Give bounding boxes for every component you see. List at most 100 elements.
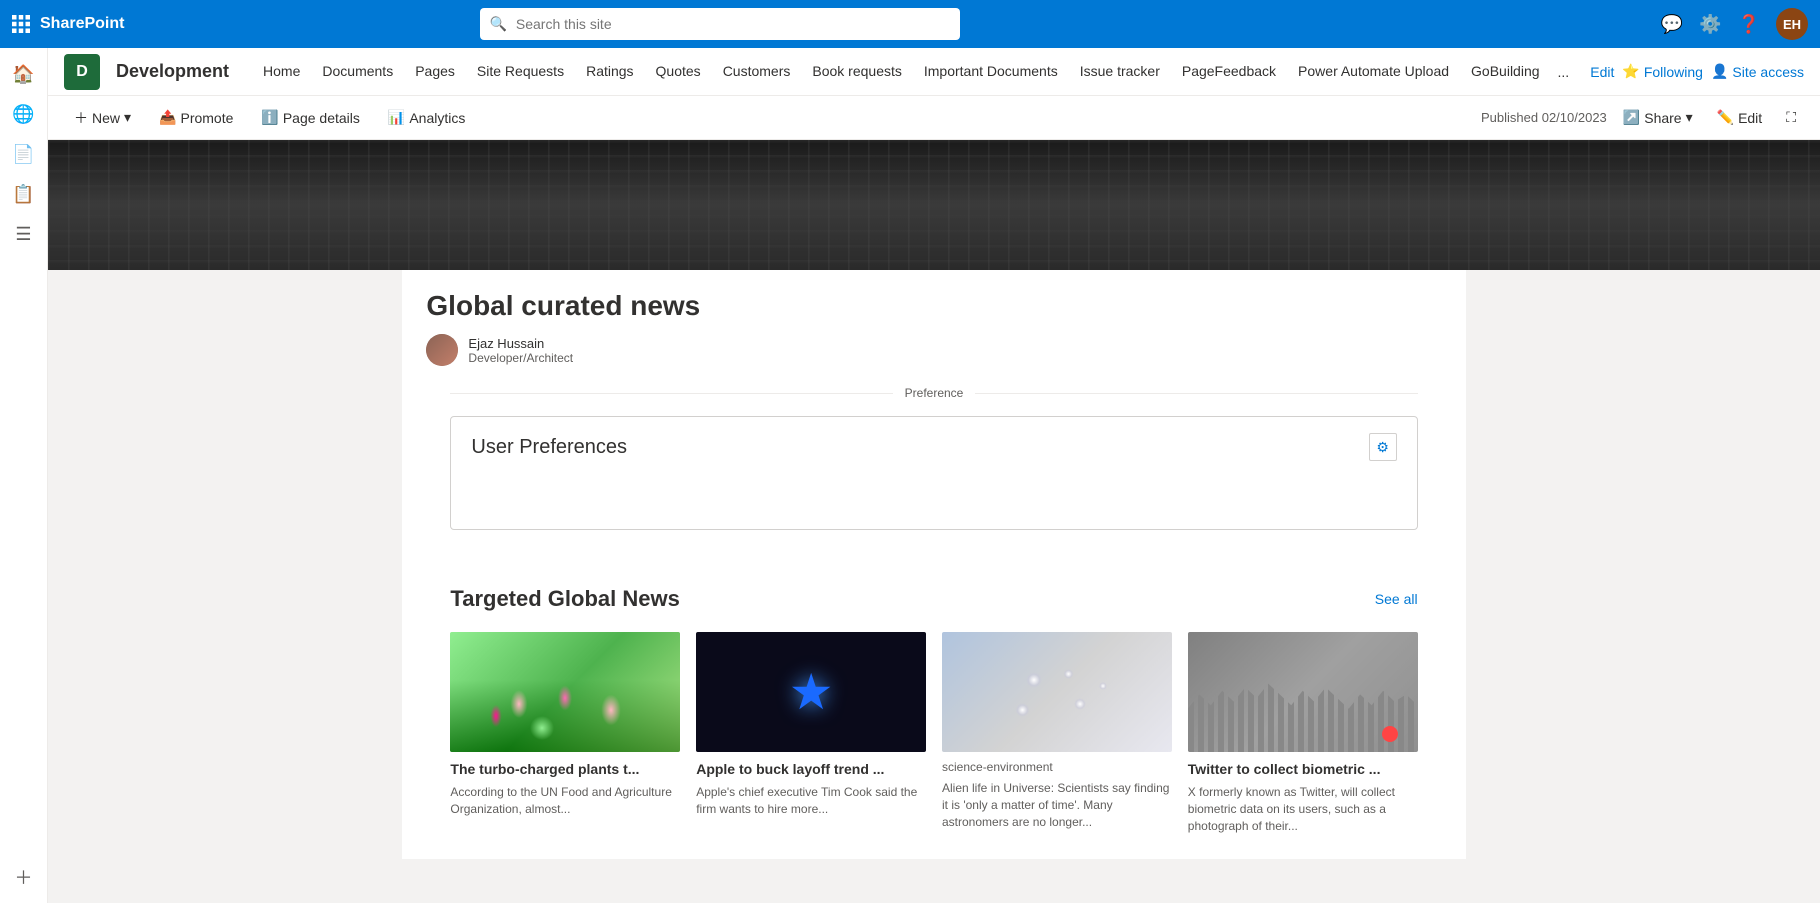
- promote-label: Promote: [180, 110, 233, 126]
- site-header: D Development Home Documents Pages Site …: [48, 48, 1820, 96]
- site-logo: D: [64, 54, 100, 90]
- see-all-link[interactable]: See all: [1375, 591, 1418, 607]
- pages-icon: 📋: [12, 184, 34, 205]
- preference-divider: Preference: [450, 386, 1417, 400]
- site-header-right: Edit ⭐ Following 👤 Site access: [1590, 63, 1804, 80]
- news-card-1[interactable]: The turbo-charged plants t... According …: [450, 632, 680, 835]
- user-prefs-title: User Preferences: [471, 436, 627, 459]
- news-card-headline-1: The turbo-charged plants t...: [450, 760, 680, 778]
- sidebar-item-documents[interactable]: 📄: [6, 136, 42, 172]
- avatar[interactable]: EH: [1776, 8, 1808, 40]
- analytics-icon: 📊: [388, 109, 405, 126]
- page-details-button[interactable]: ℹ️ Page details: [251, 105, 370, 130]
- divider-left: [450, 393, 892, 394]
- author-name: Ejaz Hussain: [468, 336, 573, 351]
- site-name: Development: [116, 61, 229, 82]
- nav-item-customers[interactable]: Customers: [713, 48, 801, 96]
- news-card-image-1: [450, 632, 680, 752]
- author-avatar: [426, 334, 458, 366]
- top-bar-actions: 💬 ⚙️ ❓ EH: [1661, 8, 1808, 40]
- nav-item-important-documents[interactable]: Important Documents: [914, 48, 1068, 96]
- sidebar-item-home[interactable]: 🏠: [6, 56, 42, 92]
- preference-section: Preference User Preferences ⚙: [426, 366, 1441, 550]
- chat-icon[interactable]: 💬: [1661, 14, 1683, 35]
- user-prefs-gear-button[interactable]: ⚙: [1369, 433, 1397, 461]
- news-card-excerpt-1: According to the UN Food and Agriculture…: [450, 784, 680, 818]
- nav-item-home[interactable]: Home: [253, 48, 310, 96]
- top-bar: SharePoint 🔍 💬 ⚙️ ❓ EH: [0, 0, 1820, 48]
- home-icon: 🏠: [12, 64, 34, 85]
- news-card-3[interactable]: science-environment Alien life in Univer…: [942, 632, 1172, 835]
- news-card-category-3: science-environment: [942, 760, 1172, 774]
- nav-item-book-requests[interactable]: Book requests: [802, 48, 912, 96]
- page-content: Global curated news Ejaz Hussain Develop…: [48, 140, 1820, 899]
- sidebar-item-lists[interactable]: ☰: [6, 216, 42, 252]
- left-sidebar: 🏠 🌐 📄 📋 ☰ ＋: [0, 48, 48, 903]
- nav-item-documents[interactable]: Documents: [312, 48, 403, 96]
- share-icon: ↗️: [1623, 109, 1640, 126]
- site-access-button[interactable]: 👤 Site access: [1711, 63, 1804, 80]
- nav-item-quotes[interactable]: Quotes: [646, 48, 711, 96]
- nav-item-issue-tracker[interactable]: Issue tracker: [1070, 48, 1170, 96]
- news-card-image-3: [942, 632, 1172, 752]
- news-card-2[interactable]: Apple to buck layoff trend ... Apple's c…: [696, 632, 926, 835]
- help-icon[interactable]: ❓: [1738, 14, 1760, 35]
- news-card-image-2: [696, 632, 926, 752]
- news-card-excerpt-4: X formerly known as Twitter, will collec…: [1188, 784, 1418, 834]
- share-button[interactable]: ↗️ Share ▾: [1615, 105, 1701, 130]
- news-header: Targeted Global News See all: [450, 586, 1417, 612]
- page-details-label: Page details: [283, 110, 360, 126]
- promote-button[interactable]: 📤 Promote: [149, 105, 243, 130]
- following-button[interactable]: ⭐ Following: [1622, 63, 1703, 80]
- news-card-headline-2: Apple to buck layoff trend ...: [696, 760, 926, 778]
- search-input[interactable]: [480, 8, 960, 40]
- nav-item-pagefeedback[interactable]: PageFeedback: [1172, 48, 1286, 96]
- news-card-image-4: [1188, 632, 1418, 752]
- new-button[interactable]: ＋ New ▾: [64, 104, 141, 132]
- news-title: Targeted Global News: [450, 586, 679, 612]
- search-bar: 🔍: [480, 8, 960, 40]
- chevron-down-icon: ▾: [1686, 109, 1693, 126]
- preference-label: Preference: [905, 386, 964, 400]
- sidebar-item-pages[interactable]: 📋: [6, 176, 42, 212]
- expand-button[interactable]: ⛶: [1778, 105, 1804, 130]
- edit-label: Edit: [1738, 110, 1762, 126]
- site-access-label: Site access: [1732, 64, 1804, 80]
- person-icon: 👤: [1711, 63, 1728, 80]
- news-card-excerpt-2: Apple's chief executive Tim Cook said th…: [696, 784, 926, 818]
- search-icon: 🔍: [490, 16, 507, 33]
- toolbar: ＋ New ▾ 📤 Promote ℹ️ Page details 📊 Anal…: [48, 96, 1820, 140]
- edit-icon: ✏️: [1717, 109, 1734, 126]
- nav-item-power-automate[interactable]: Power Automate Upload: [1288, 48, 1459, 96]
- globe-icon: 🌐: [12, 104, 34, 125]
- edit-link[interactable]: Edit: [1590, 64, 1614, 80]
- app-grid-icon[interactable]: [12, 15, 30, 33]
- share-label: Share: [1644, 110, 1681, 126]
- nav-item-pages[interactable]: Pages: [405, 48, 465, 96]
- site-nav: Home Documents Pages Site Requests Ratin…: [253, 48, 1574, 96]
- author-role: Developer/Architect: [468, 351, 573, 365]
- analytics-button[interactable]: 📊 Analytics: [378, 105, 475, 130]
- gear-icon: ⚙: [1376, 439, 1389, 456]
- edit-button[interactable]: ✏️ Edit: [1709, 105, 1771, 130]
- published-date: Published 02/10/2023: [1481, 110, 1607, 125]
- author-info: Ejaz Hussain Developer/Architect: [468, 336, 573, 365]
- user-prefs-header: User Preferences ⚙: [471, 433, 1396, 461]
- plus-icon: ＋: [74, 108, 88, 128]
- news-grid: The turbo-charged plants t... According …: [450, 632, 1417, 835]
- author-row: Ejaz Hussain Developer/Architect: [426, 334, 1441, 366]
- nav-item-site-requests[interactable]: Site Requests: [467, 48, 574, 96]
- settings-icon[interactable]: ⚙️: [1699, 14, 1721, 35]
- new-label: New: [92, 110, 120, 126]
- user-preferences-box: User Preferences ⚙: [450, 416, 1417, 530]
- sidebar-add-button[interactable]: ＋: [6, 859, 42, 895]
- sidebar-item-globe[interactable]: 🌐: [6, 96, 42, 132]
- nav-item-gobuilding[interactable]: GoBuilding: [1461, 48, 1550, 96]
- nav-item-ratings[interactable]: Ratings: [576, 48, 643, 96]
- news-card-excerpt-3: Alien life in Universe: Scientists say f…: [942, 780, 1172, 830]
- page-title: Global curated news: [426, 290, 1441, 322]
- user-prefs-content: [471, 473, 1396, 513]
- star-icon: ⭐: [1622, 63, 1639, 80]
- news-card-4[interactable]: Twitter to collect biometric ... X forme…: [1188, 632, 1418, 835]
- nav-more-button[interactable]: ...: [1552, 48, 1575, 96]
